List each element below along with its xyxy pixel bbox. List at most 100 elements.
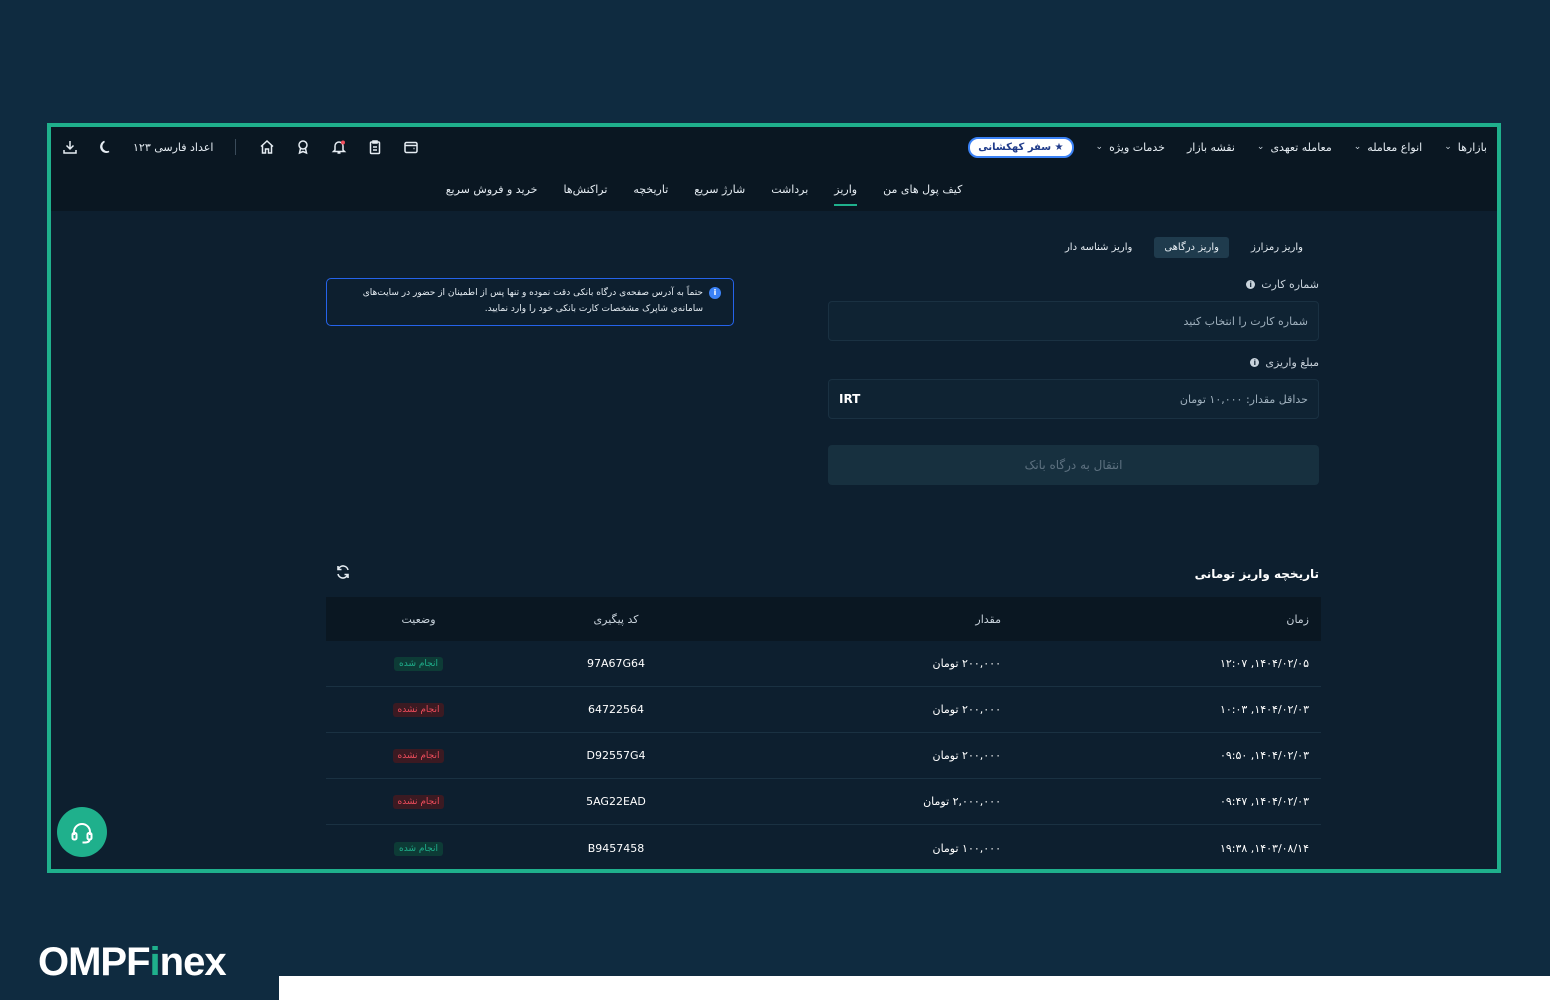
download-icon[interactable] — [61, 138, 79, 156]
security-notice: i حتماً به آدرس صفحه‌ی درگاه بانکی دقت ن… — [326, 278, 734, 326]
notice-text: حتماً به آدرس صفحه‌ی درگاه بانکی دقت نمو… — [363, 285, 703, 319]
menu-label: انواع معامله — [1367, 140, 1423, 154]
header-tools: اعداد فارسی ۱۲۳ — [61, 138, 420, 156]
app-window: اعداد فارسی ۱۲۳ بازارها ⌄ انواع معامله ⌄… — [47, 123, 1501, 873]
column-amount: مقدار — [975, 612, 1001, 626]
column-code: کد پیگیری — [593, 612, 639, 626]
bell-icon[interactable] — [330, 138, 348, 156]
tab-deposit[interactable]: واریز — [834, 175, 857, 206]
table-row: ۱۴۰۴/۰۲/۰۳, ۱۰:۰۳ ۲۰۰,۰۰۰ تومان 64722564… — [326, 687, 1321, 733]
table-header: زمان مقدار کد پیگیری وضعیت — [326, 597, 1321, 641]
award-icon[interactable] — [294, 138, 312, 156]
deposit-history-table: زمان مقدار کد پیگیری وضعیت ۱۴۰۴/۰۲/۰۵, ۱… — [326, 597, 1321, 869]
tab-transactions[interactable]: تراکنش‌ها — [563, 175, 607, 204]
column-time: زمان — [1286, 612, 1309, 626]
cell-status: انجام شده — [326, 841, 511, 856]
headset-icon — [71, 823, 93, 844]
tab-quick-charge[interactable]: شارژ سریع — [694, 175, 745, 204]
cell-code: 97A67G64 — [586, 657, 646, 670]
chevron-down-icon: ⌄ — [1256, 142, 1265, 152]
menu-market-map[interactable]: نقشه بازار — [1187, 141, 1235, 154]
cell-time: ۱۴۰۳/۰۸/۱۴, ۱۹:۳۸ — [1219, 841, 1309, 855]
home-icon[interactable] — [258, 138, 276, 156]
support-button[interactable] — [57, 807, 107, 857]
header-divider — [235, 139, 237, 155]
card-label-text: شماره کارت — [1261, 278, 1319, 291]
cell-amount: ۲۰۰,۰۰۰ تومان — [932, 703, 1001, 716]
menu-label: بازارها — [1457, 140, 1487, 154]
notice-line: حتماً به آدرس صفحه‌ی درگاه بانکی دقت نمو… — [362, 288, 703, 298]
moon-icon[interactable] — [97, 138, 115, 156]
menu-special-services[interactable]: خدمات ویژه ⌄ — [1096, 141, 1165, 154]
tab-quick-buy-sell[interactable]: خرید و فروش سریع — [446, 175, 538, 204]
cell-status: انجام نشده — [326, 748, 511, 763]
cell-amount: ۲۰۰,۰۰۰ تومان — [932, 749, 1001, 762]
info-icon[interactable]: i — [1250, 358, 1260, 367]
menu-trade-types[interactable]: انواع معامله ⌄ — [1354, 141, 1422, 154]
tab-withdraw[interactable]: برداشت — [771, 175, 808, 204]
cell-status: انجام شده — [326, 656, 511, 671]
cell-amount: ۲۰۰,۰۰۰ تومان — [932, 657, 1001, 670]
tab-history[interactable]: تاریخچه — [633, 175, 668, 204]
tab-gateway-deposit[interactable]: واریز درگاهی — [1154, 237, 1229, 258]
chevron-down-icon: ⌄ — [1353, 142, 1362, 152]
status-badge: انجام نشده — [392, 749, 445, 763]
cell-time: ۱۴۰۴/۰۲/۰۳, ۱۰:۰۳ — [1219, 703, 1309, 716]
brand-suffix: nex — [159, 940, 227, 984]
status-badge: انجام شده — [394, 841, 443, 856]
cell-code: B9457458 — [587, 841, 645, 855]
notice-line: سامانه‌ی شاپرک مشخصات کارت بانکی خود را … — [484, 304, 703, 314]
column-status: وضعیت — [401, 612, 436, 626]
info-icon[interactable]: i — [1246, 280, 1256, 289]
amount-input[interactable]: حداقل مقدار: ۱۰,۰۰۰ تومان IRT — [828, 379, 1319, 419]
go-to-bank-button[interactable]: انتقال به درگاه بانک — [828, 445, 1319, 485]
cell-time: ۱۴۰۴/۰۲/۰۳, ۰۹:۵۰ — [1219, 749, 1309, 762]
cell-code: D92557G4 — [586, 749, 646, 762]
persian-digits-toggle[interactable]: اعداد فارسی ۱۲۳ — [133, 141, 213, 154]
cell-code: 5AG22EAD — [586, 795, 646, 808]
amount-label-text: مبلغ واریزی — [1265, 356, 1319, 369]
chevron-down-icon: ⌄ — [1444, 142, 1452, 152]
status-badge: انجام نشده — [392, 703, 445, 717]
table-row: ۱۴۰۴/۰۲/۰۳, ۰۹:۵۰ ۲۰۰,۰۰۰ تومان D92557G4… — [326, 733, 1321, 779]
status-badge: انجام شده — [394, 657, 443, 671]
cell-time: ۱۴۰۴/۰۲/۰۵, ۱۲:۰۷ — [1219, 657, 1309, 670]
brand-logo: OMPFinex — [38, 940, 227, 985]
tab-my-wallets[interactable]: کیف پول های من — [883, 175, 962, 204]
wallet-icon[interactable] — [402, 138, 420, 156]
status-badge: انجام نشده — [392, 795, 445, 809]
refresh-icon[interactable] — [335, 564, 351, 580]
main-menu: بازارها ⌄ انواع معامله ⌄ معامله تعهدی ⌄ … — [958, 136, 1487, 158]
cell-status: انجام نشده — [326, 702, 511, 717]
top-bar: اعداد فارسی ۱۲۳ بازارها ⌄ انواع معامله ⌄… — [51, 127, 1497, 211]
card-number-select[interactable]: شماره کارت را انتخاب کنید — [828, 301, 1319, 341]
menu-markets[interactable]: بازارها ⌄ — [1444, 141, 1487, 154]
cell-status: انجام نشده — [326, 794, 511, 809]
menu-label: معامله تعهدی — [1270, 140, 1332, 154]
brand-prefix: OMPF — [38, 940, 151, 984]
tab-id-deposit[interactable]: واریز شناسه دار — [1055, 237, 1142, 258]
menu-label: نقشه بازار — [1186, 140, 1235, 154]
footer-bar — [279, 976, 1550, 1000]
card-placeholder: شماره کارت را انتخاب کنید — [1183, 314, 1308, 328]
info-icon: i — [709, 287, 721, 299]
menu-margin-trade[interactable]: معامله تعهدی ⌄ — [1257, 141, 1332, 154]
clipboard-icon[interactable] — [366, 138, 384, 156]
chevron-down-icon: ⌄ — [1095, 142, 1104, 152]
galaxy-trip-badge[interactable]: ★ سفر کهکشانی — [968, 136, 1074, 158]
tab-crypto-deposit[interactable]: واریز رمزارز — [1241, 237, 1313, 258]
table-row: ۱۴۰۴/۰۲/۰۳, ۰۹:۴۷ ۲,۰۰۰,۰۰۰ تومان 5AG22E… — [326, 779, 1321, 825]
deposit-method-tabs: واریز رمزارز واریز درگاهی واریز شناسه دا… — [1055, 237, 1313, 258]
cell-amount: ۱۰۰,۰۰۰ تومان — [932, 841, 1001, 855]
wallet-nav: کیف پول های من واریز برداشت شارژ سریع تا… — [51, 167, 1497, 211]
currency-unit: IRT — [839, 392, 861, 406]
cell-time: ۱۴۰۴/۰۲/۰۳, ۰۹:۴۷ — [1219, 795, 1309, 808]
table-row: ۱۴۰۳/۰۸/۱۴, ۱۹:۳۸ ۱۰۰,۰۰۰ تومان B9457458… — [326, 825, 1321, 869]
amount-label: مبلغ واریزی i — [1250, 356, 1319, 369]
brand-i: i — [149, 940, 161, 984]
cell-code: 64722564 — [588, 703, 644, 716]
cell-amount: ۲,۰۰۰,۰۰۰ تومان — [923, 795, 1001, 808]
table-row: ۱۴۰۴/۰۲/۰۵, ۱۲:۰۷ ۲۰۰,۰۰۰ تومان 97A67G64… — [326, 641, 1321, 687]
amount-placeholder: حداقل مقدار: ۱۰,۰۰۰ تومان — [1179, 392, 1308, 406]
menu-label: خدمات ویژه — [1109, 140, 1165, 154]
